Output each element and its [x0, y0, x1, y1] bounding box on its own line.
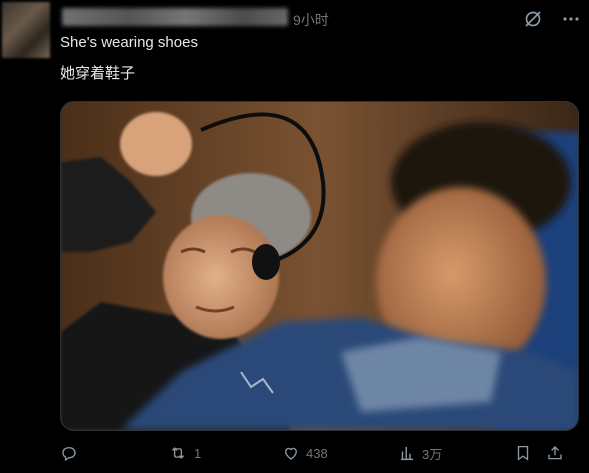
- retweet-icon: [168, 444, 188, 462]
- heart-icon: [282, 444, 300, 462]
- post-text-line-2: 她穿着鞋子: [60, 65, 136, 82]
- bookmark-button[interactable]: [514, 444, 546, 462]
- bookmark-icon: [514, 444, 532, 462]
- like-button[interactable]: 438: [282, 444, 398, 462]
- reply-icon: [60, 444, 78, 462]
- like-count: 438: [306, 445, 328, 461]
- retweet-count: 1: [194, 445, 202, 461]
- post-media-photo[interactable]: [60, 101, 579, 431]
- views-icon: [398, 444, 416, 462]
- post-top-actions: [523, 9, 581, 29]
- post-time[interactable]: 9小时: [293, 10, 329, 30]
- author-name-blurred[interactable]: [62, 8, 288, 26]
- views-button[interactable]: 3万: [398, 444, 514, 463]
- views-count: 3万: [422, 446, 443, 462]
- share-button[interactable]: [546, 444, 564, 462]
- time-separator: ·: [283, 11, 288, 27]
- retweet-button[interactable]: 1: [168, 444, 282, 462]
- reply-button[interactable]: [60, 444, 168, 462]
- post-text-line-1: She's wearing shoes: [60, 34, 198, 51]
- share-icon: [546, 444, 564, 462]
- post-action-bar: 1 438 3万: [60, 443, 579, 463]
- more-icon[interactable]: [561, 9, 581, 29]
- grok-icon[interactable]: [523, 9, 543, 29]
- avatar[interactable]: [2, 2, 50, 58]
